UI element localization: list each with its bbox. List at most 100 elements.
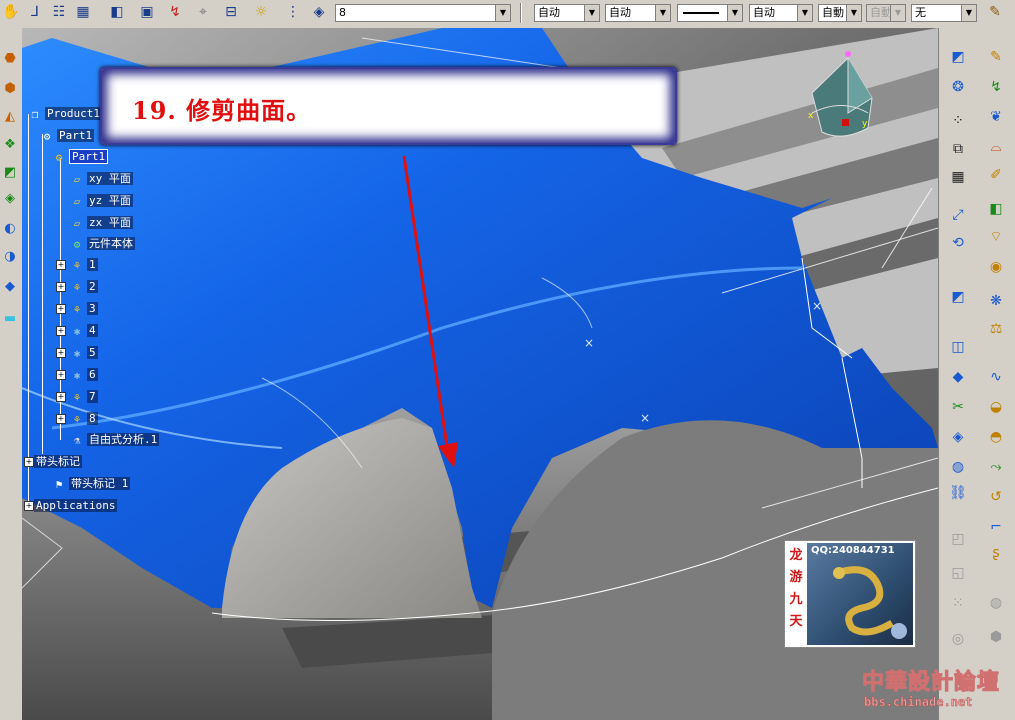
fillet-icon[interactable]: ↯ bbox=[985, 76, 1007, 98]
offset-surface-icon[interactable]: ⌔ bbox=[985, 226, 1007, 248]
brush-icon[interactable]: ✎ bbox=[986, 3, 1004, 21]
tree-node-annotation-group[interactable]: 带头标记 bbox=[34, 455, 82, 469]
color-select[interactable]: 自动 ▼ bbox=[534, 4, 600, 22]
expand-icon[interactable]: + bbox=[56, 414, 66, 424]
expand-icon[interactable]: + bbox=[56, 282, 66, 292]
align-icon[interactable]: ⊟ bbox=[222, 3, 240, 21]
bound-icon[interactable]: ◈ bbox=[947, 426, 969, 448]
tree-node-part[interactable]: ⚙ Part1 bbox=[52, 149, 109, 164]
arrow-x-icon[interactable]: ↯ bbox=[166, 3, 184, 21]
geo-set-icon: ⚘ bbox=[73, 281, 81, 294]
chevron-down-icon[interactable]: ▼ bbox=[961, 5, 976, 21]
chevron-down-icon[interactable]: ▼ bbox=[495, 5, 510, 21]
tree-node-body[interactable]: ⚙ 元件本体 bbox=[70, 237, 135, 251]
heal-icon[interactable]: ◍ bbox=[947, 456, 969, 478]
tree-node-applications[interactable]: Applications bbox=[34, 499, 118, 513]
matrix-icon[interactable]: ▦ bbox=[947, 166, 969, 188]
corner-icon[interactable]: ⌐ bbox=[985, 516, 1007, 538]
tree-node-annotation-item[interactable]: ⚑ 带头标记 1 bbox=[52, 477, 131, 491]
expand-icon[interactable]: + bbox=[56, 326, 66, 336]
s-curve-icon[interactable]: ʂ bbox=[985, 542, 1007, 564]
tree-node-item[interactable]: ⚘ 3 bbox=[70, 302, 98, 316]
mesh-icon[interactable]: ❋ bbox=[985, 290, 1007, 312]
loft-icon[interactable]: ❦ bbox=[985, 106, 1007, 128]
tree-node-item[interactable]: ⚘ 7 bbox=[70, 390, 98, 404]
linetype-select[interactable]: ▼ bbox=[677, 4, 743, 22]
grid-snap-icon[interactable]: ⁘ bbox=[947, 110, 969, 132]
expand-icon[interactable]: + bbox=[24, 501, 34, 511]
blend-surface-icon[interactable]: ◉ bbox=[985, 256, 1007, 278]
offset-icon[interactable]: ◑ bbox=[1, 248, 19, 266]
split-icon[interactable]: ◒ bbox=[985, 396, 1007, 418]
sweep-surface-icon[interactable]: ⌓ bbox=[985, 136, 1007, 158]
cube-icon[interactable]: ◧ bbox=[108, 3, 126, 21]
dimension-icon[interactable]: ⌖ bbox=[194, 3, 212, 21]
chevron-down-icon[interactable]: ▼ bbox=[584, 5, 599, 21]
expand-icon[interactable]: + bbox=[24, 457, 34, 467]
sketch-icon[interactable]: ⬣ bbox=[1, 50, 19, 68]
tree-node-zx-plane[interactable]: ▱ zx 平面 bbox=[70, 216, 133, 230]
tree-node-item[interactable]: ⚘ 1 bbox=[70, 258, 98, 272]
shell-icon[interactable]: ◓ bbox=[985, 426, 1007, 448]
spline-icon[interactable]: ◩ bbox=[947, 46, 969, 68]
sweep-icon[interactable]: ❖ bbox=[1, 136, 19, 154]
fit-icon[interactable]: ⧉ bbox=[947, 138, 969, 160]
loop-icon[interactable]: ↺ bbox=[985, 486, 1007, 508]
tree-node-product[interactable]: ❒ Product1 bbox=[28, 107, 102, 121]
revolve-icon[interactable]: ◈ bbox=[1, 190, 19, 208]
revolve-surface-icon[interactable]: ⟲ bbox=[947, 232, 969, 254]
point-icon[interactable]: ⬢ bbox=[1, 80, 19, 98]
line-icon[interactable]: ✎ bbox=[985, 46, 1007, 68]
tree-icon[interactable]: ☷ bbox=[50, 3, 68, 21]
font-select[interactable]: 自動 ▼ bbox=[818, 4, 862, 22]
curve-tool-icon[interactable]: ∿ bbox=[985, 366, 1007, 388]
patch-icon[interactable]: ◆ bbox=[947, 366, 969, 388]
fill-select[interactable]: 无 ▼ bbox=[911, 4, 977, 22]
tree-node-item[interactable]: ⚘ 2 bbox=[70, 280, 98, 294]
hand-icon[interactable]: ✋ bbox=[2, 3, 20, 21]
join-icon[interactable]: ▬ bbox=[1, 310, 19, 328]
chain-icon[interactable]: ⛓ bbox=[947, 482, 969, 504]
layer-select[interactable]: 8 ▼ bbox=[335, 4, 511, 22]
tree-node-part-root[interactable]: ⚙ Part1 bbox=[40, 129, 95, 143]
extrude-surface-icon[interactable]: ◧ bbox=[985, 198, 1007, 220]
fill-surface-icon[interactable]: ◆ bbox=[1, 278, 19, 296]
expand-icon[interactable]: + bbox=[56, 260, 66, 270]
chevron-down-icon[interactable]: ▼ bbox=[655, 5, 670, 21]
blend-icon[interactable]: ◐ bbox=[1, 220, 19, 238]
edit-icon[interactable]: ◈ bbox=[310, 3, 328, 21]
scale-icon[interactable]: ⚖ bbox=[985, 318, 1007, 340]
tree-node-item[interactable]: ✱ 6 bbox=[70, 368, 98, 382]
expand-icon[interactable]: + bbox=[56, 304, 66, 314]
expand-icon[interactable]: + bbox=[56, 392, 66, 402]
trim-icon[interactable]: ✂ bbox=[947, 396, 969, 418]
annotation-icon: ⚑ bbox=[55, 478, 63, 491]
expand-icon[interactable]: + bbox=[56, 370, 66, 380]
tree-node-yz-plane[interactable]: ▱ yz 平面 bbox=[70, 194, 133, 208]
grid-icon[interactable]: ▦ bbox=[74, 3, 92, 21]
transparency-select[interactable]: 自动 ▼ bbox=[605, 4, 671, 22]
tree-node-xy-plane[interactable]: ▱ xy 平面 bbox=[70, 172, 133, 186]
join-surface-icon[interactable]: ⤳ bbox=[985, 456, 1007, 478]
tree-node-analysis[interactable]: ⚗ 自由式分析.1 bbox=[70, 433, 160, 447]
snap-icon[interactable]: ☼ bbox=[252, 3, 270, 21]
curve-icon[interactable]: ◭ bbox=[1, 108, 19, 126]
project-icon[interactable]: ❂ bbox=[947, 76, 969, 98]
pen-icon[interactable]: ✐ bbox=[985, 164, 1007, 186]
chevron-down-icon[interactable]: ▼ bbox=[846, 5, 861, 21]
tree-node-item[interactable]: ✱ 4 bbox=[70, 324, 98, 338]
tree-node-item[interactable]: ⚘ 8 bbox=[70, 412, 98, 426]
tree-node-item[interactable]: ✱ 5 bbox=[70, 346, 98, 360]
stack-icon[interactable]: ◩ bbox=[947, 286, 969, 308]
layer-icon[interactable]: ⋮ bbox=[284, 3, 302, 21]
box-icon[interactable]: ▣ bbox=[138, 3, 156, 21]
diagonal-icon[interactable]: ⤢ bbox=[947, 204, 969, 226]
axis-icon[interactable]: ⅃ bbox=[26, 3, 44, 21]
extrude-icon[interactable]: ◩ bbox=[1, 164, 19, 182]
expand-icon[interactable]: + bbox=[56, 348, 66, 358]
geo-set-icon: ✱ bbox=[73, 369, 81, 382]
cylinder-icon[interactable]: ◫ bbox=[947, 336, 969, 358]
chevron-down-icon[interactable]: ▼ bbox=[727, 5, 742, 21]
lineweight-select[interactable]: 自动 ▼ bbox=[749, 4, 813, 22]
chevron-down-icon[interactable]: ▼ bbox=[797, 5, 812, 21]
